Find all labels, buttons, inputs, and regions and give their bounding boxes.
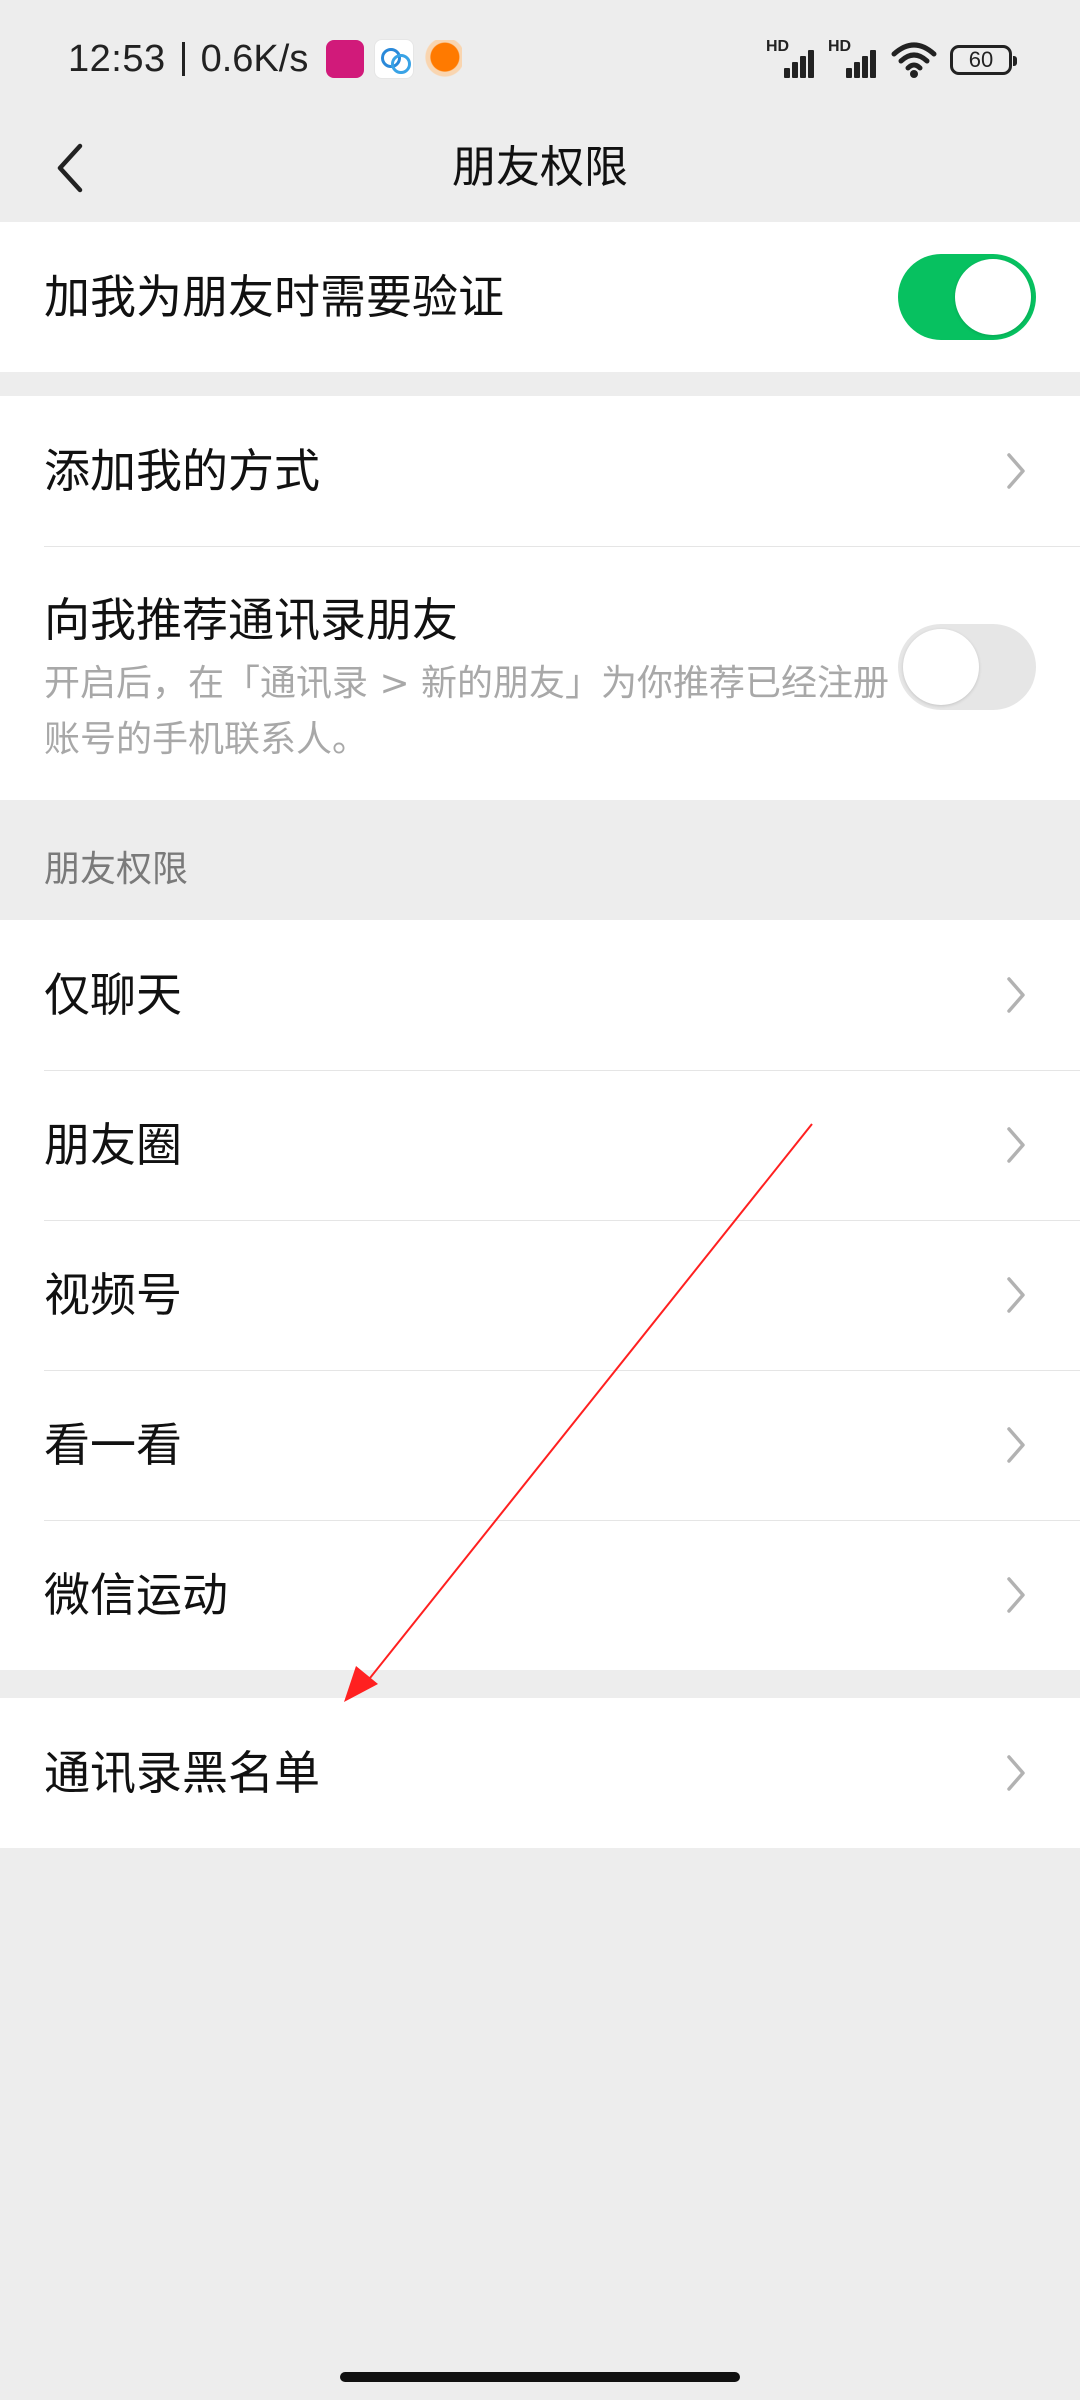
- status-divider: [181, 42, 185, 76]
- list-item-label: 看一看: [44, 1418, 182, 1472]
- recommend-contacts-title: 向我推荐通讯录朋友: [44, 593, 458, 647]
- app-notification-icon: [326, 40, 365, 78]
- list-item-label: 视频号: [44, 1268, 182, 1322]
- add-methods-section: 添加我的方式 向我推荐通讯录朋友 开启后，在「通讯录 > 新的朋友」为你推荐已经…: [0, 396, 1080, 800]
- list-item-label: 微信运动: [44, 1568, 228, 1622]
- permissions-section: 仅聊天 朋友圈 视频号 看一看 微信运动: [0, 920, 1080, 1670]
- signal-icon: HD: [828, 38, 878, 80]
- chevron-right-icon: [996, 1575, 1036, 1615]
- permission-item-werun[interactable]: 微信运动: [0, 1520, 1080, 1670]
- network-speed: 0.6K/s: [200, 37, 309, 80]
- chevron-right-icon: [996, 975, 1036, 1015]
- group-header: 朋友权限: [44, 849, 189, 890]
- status-time: 12:53: [68, 37, 166, 80]
- verify-row: 加我为朋友时需要验证: [0, 222, 1080, 372]
- app-notification-icon: [424, 40, 463, 78]
- permission-item-chat-only[interactable]: 仅聊天: [0, 920, 1080, 1070]
- page-title: 朋友权限: [452, 142, 628, 193]
- app-notification-icon: [374, 39, 415, 79]
- list-item-label: 朋友圈: [44, 1118, 182, 1172]
- toggle-knob: [955, 259, 1031, 335]
- status-right: HD HD 60: [766, 32, 1017, 88]
- chevron-right-icon: [996, 1425, 1036, 1465]
- chevron-right-icon: [996, 451, 1036, 491]
- blacklist-row[interactable]: 通讯录黑名单: [0, 1698, 1080, 1848]
- battery-icon: 60: [950, 45, 1017, 75]
- permission-item-top-stories[interactable]: 看一看: [0, 1370, 1080, 1520]
- nav-bar: 朋友权限: [0, 118, 1080, 218]
- list-item-label: 仅聊天: [44, 968, 182, 1022]
- chevron-right-icon: [996, 1753, 1036, 1793]
- blacklist-section: 通讯录黑名单: [0, 1698, 1080, 1848]
- battery-level: 60: [968, 47, 994, 72]
- wifi-icon: [890, 40, 938, 80]
- toggle-knob: [903, 629, 979, 705]
- permission-item-moments[interactable]: 朋友圈: [0, 1070, 1080, 1220]
- permission-item-channels[interactable]: 视频号: [0, 1220, 1080, 1370]
- signal-icon: HD: [766, 38, 816, 80]
- blacklist-label: 通讯录黑名单: [44, 1746, 320, 1800]
- hd-label: HD: [828, 38, 852, 55]
- verify-section: 加我为朋友时需要验证: [0, 222, 1080, 372]
- verify-toggle[interactable]: [898, 254, 1036, 340]
- add-methods-row[interactable]: 添加我的方式: [0, 396, 1080, 546]
- recommend-contacts-row: 向我推荐通讯录朋友 开启后，在「通讯录 > 新的朋友」为你推荐已经注册账号的手机…: [0, 546, 1080, 800]
- recommend-contacts-desc: 开启后，在「通讯录 > 新的朋友」为你推荐已经注册账号的手机联系人。: [44, 663, 890, 760]
- chevron-right-icon: [996, 1275, 1036, 1315]
- chevron-right-icon: [996, 1125, 1036, 1165]
- hd-label: HD: [766, 38, 790, 55]
- verify-label: 加我为朋友时需要验证: [44, 270, 504, 324]
- add-methods-label: 添加我的方式: [44, 444, 320, 498]
- home-indicator[interactable]: [340, 2372, 740, 2382]
- status-bar: 12:53 0.6K/s HD HD 60: [0, 0, 1080, 118]
- recommend-contacts-toggle[interactable]: [898, 624, 1036, 710]
- status-left: 12:53 0.6K/s: [68, 30, 463, 88]
